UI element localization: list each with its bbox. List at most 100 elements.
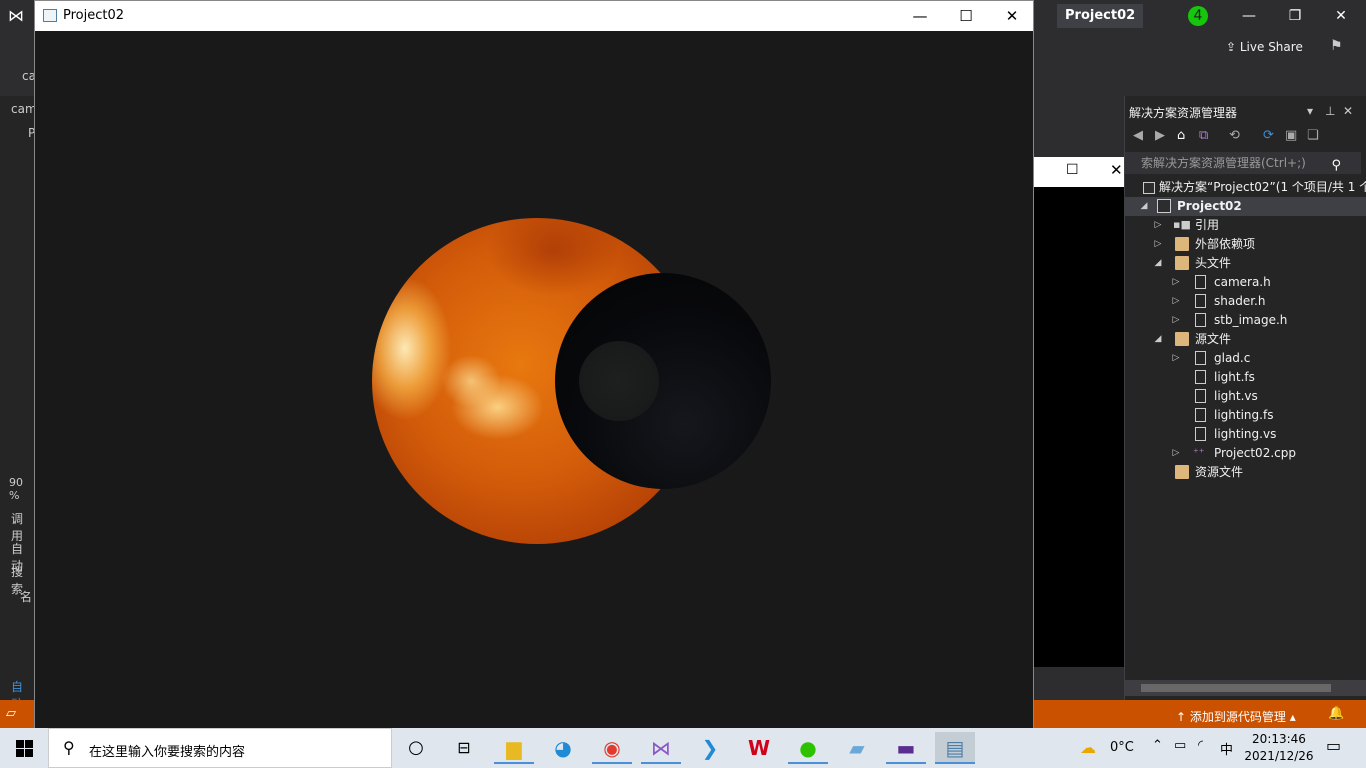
tree-label: light.fs: [1214, 370, 1255, 384]
task-view-icon[interactable]: ⊟: [444, 732, 484, 764]
close-icon[interactable]: ✕: [1343, 104, 1353, 118]
maximize-button[interactable]: ☐: [943, 1, 989, 31]
tree-item-external-deps[interactable]: ▷ 外部依赖项: [1125, 235, 1366, 254]
action-center-icon[interactable]: ▭: [1326, 736, 1341, 755]
tree-item-file[interactable]: ▷ glad.c: [1125, 349, 1366, 368]
console-maximize-icon[interactable]: ☐: [1066, 162, 1079, 178]
weather-temp[interactable]: 0°C: [1110, 740, 1134, 755]
tree-item-project[interactable]: ◢ Project02: [1125, 197, 1366, 216]
wifi-icon[interactable]: ◜: [1198, 738, 1203, 753]
tree-item-source-files[interactable]: ◢ 源文件: [1125, 330, 1366, 349]
collapse-arrow-icon[interactable]: ▷: [1153, 216, 1163, 235]
expand-arrow-icon[interactable]: ◢: [1153, 330, 1163, 349]
add-to-source-control-button[interactable]: ↑ 添加到源代码管理 ▴: [1176, 708, 1296, 725]
folder-icon: [1175, 332, 1189, 346]
collapse-arrow-icon[interactable]: ▷: [1171, 349, 1181, 368]
tree-item-file[interactable]: lighting.fs: [1125, 406, 1366, 425]
edge-icon[interactable]: ◕: [543, 732, 583, 764]
scrollbar-thumb[interactable]: [1141, 684, 1331, 692]
vs-minimize-button[interactable]: —: [1226, 4, 1272, 28]
vs-restore-button[interactable]: ❐: [1272, 4, 1318, 28]
home-icon[interactable]: ⌂: [1177, 128, 1185, 143]
collapse-arrow-icon[interactable]: ▷: [1171, 292, 1181, 311]
expand-arrow-icon[interactable]: ◢: [1153, 254, 1163, 273]
collapse-arrow-icon[interactable]: ▷: [1171, 444, 1181, 463]
search-icon[interactable]: ⚲: [1331, 155, 1341, 177]
tree-item-file[interactable]: light.fs: [1125, 368, 1366, 387]
back-icon[interactable]: ◀: [1133, 128, 1143, 143]
solution-explorer-search[interactable]: 索解决方案资源管理器(Ctrl+;) ⚲: [1125, 152, 1361, 174]
solution-explorer-hscrollbar[interactable]: [1125, 680, 1366, 696]
opengl-app-icon[interactable]: ▤: [935, 732, 975, 764]
name-column-header: 名: [20, 590, 33, 604]
history-icon[interactable]: ⟲: [1229, 128, 1240, 143]
call-stack-tab[interactable]: 调用: [11, 510, 34, 544]
tree-item-file[interactable]: ▷ stb_image.h: [1125, 311, 1366, 330]
vs-close-button[interactable]: ✕: [1318, 4, 1364, 28]
collapse-all-icon[interactable]: ▣: [1285, 128, 1297, 143]
console-close-icon[interactable]: ✕: [1110, 161, 1123, 179]
live-share-button[interactable]: ⇪ Live Share: [1226, 40, 1303, 54]
pin-icon[interactable]: ⊥: [1325, 104, 1335, 118]
output-icon[interactable]: ▱: [6, 706, 16, 721]
vscode-icon[interactable]: ❯: [690, 732, 730, 764]
cpp-file-icon: ⁺⁺: [1193, 446, 1205, 459]
folder-icon: [1175, 465, 1189, 479]
render-canvas[interactable]: [35, 31, 1033, 728]
tree-item-resource-files[interactable]: 资源文件: [1125, 463, 1366, 482]
external-dependencies-icon: [1175, 237, 1189, 251]
tree-item-header-files[interactable]: ◢ 头文件: [1125, 254, 1366, 273]
cortana-icon[interactable]: ○: [396, 732, 436, 764]
taskbar-search[interactable]: ⚲ 在这里输入你要搜索的内容: [48, 728, 392, 768]
vs-project-badge: Project02: [1057, 4, 1144, 28]
notepad-icon[interactable]: ▰: [837, 732, 877, 764]
battery-icon[interactable]: ▭: [1174, 738, 1186, 753]
visual-studio-icon[interactable]: ⋈: [641, 732, 681, 764]
file-icon: [1195, 427, 1206, 441]
zoom-level[interactable]: 90 %: [9, 476, 34, 502]
refresh-icon[interactable]: ⟳: [1263, 128, 1274, 143]
windows-taskbar: ⚲ 在这里输入你要搜索的内容 ○ ⊟ ▆ ◕ ◉ ⋈ ❯ W ● ▰ ▬ ▤ ☁…: [0, 728, 1366, 768]
header-file-icon: [1195, 294, 1206, 308]
console-window: [1034, 157, 1124, 667]
weather-icon[interactable]: ☁: [1080, 738, 1096, 757]
collapse-arrow-icon[interactable]: ▷: [1171, 311, 1181, 330]
close-button[interactable]: ✕: [989, 1, 1035, 31]
show-all-files-icon[interactable]: ❏: [1307, 128, 1319, 143]
file-icon: [1195, 370, 1206, 384]
tree-item-references[interactable]: ▷ ▪■ 引用: [1125, 216, 1366, 235]
tree-item-file[interactable]: ▷ shader.h: [1125, 292, 1366, 311]
taskbar-clock[interactable]: 20:13:46 2021/12/26: [1240, 731, 1318, 765]
chevron-up-icon[interactable]: ⌃: [1152, 738, 1163, 753]
console-icon[interactable]: ▬: [886, 732, 926, 764]
visual-studio-logo-icon: ⋈: [8, 6, 24, 25]
wps-icon[interactable]: W: [739, 732, 779, 764]
switch-views-icon[interactable]: ⧉: [1199, 128, 1208, 143]
tree-item-file[interactable]: ▷ camera.h: [1125, 273, 1366, 292]
vs-left-panel: cam P 90 % 调用 自动 搜索 名 自动: [0, 96, 37, 711]
tree-item-file[interactable]: light.vs: [1125, 387, 1366, 406]
minimize-button[interactable]: —: [897, 1, 943, 31]
tree-item-solution[interactable]: 解决方案“Project02”(1 个项目/共 1 个): [1125, 178, 1366, 197]
c-file-icon: [1195, 351, 1206, 365]
tree-item-file[interactable]: lighting.vs: [1125, 425, 1366, 444]
notifications-icon[interactable]: 🔔: [1328, 706, 1344, 721]
feedback-icon[interactable]: ⚑: [1330, 38, 1343, 54]
tree-label: 外部依赖项: [1195, 237, 1256, 251]
collapse-arrow-icon[interactable]: ▷: [1171, 273, 1181, 292]
references-icon: ▪■: [1173, 218, 1191, 231]
collapse-arrow-icon[interactable]: ▷: [1153, 235, 1163, 254]
expand-arrow-icon[interactable]: ◢: [1139, 197, 1149, 216]
notification-count-badge[interactable]: 4: [1188, 6, 1208, 26]
forward-icon[interactable]: ▶: [1155, 128, 1165, 143]
start-button[interactable]: [0, 728, 48, 768]
dropdown-icon[interactable]: ▾: [1307, 104, 1313, 118]
chrome-icon[interactable]: ◉: [592, 732, 632, 764]
wechat-icon[interactable]: ●: [788, 732, 828, 764]
ime-indicator[interactable]: 中: [1220, 739, 1233, 758]
tree-item-file[interactable]: ▷ ⁺⁺ Project02.cpp: [1125, 444, 1366, 463]
solution-explorer-title: 解决方案资源管理器: [1129, 106, 1238, 120]
file-explorer-icon[interactable]: ▆: [494, 732, 534, 764]
left-tab-label[interactable]: cam: [11, 102, 37, 116]
search-icon: ⚲: [63, 738, 75, 757]
